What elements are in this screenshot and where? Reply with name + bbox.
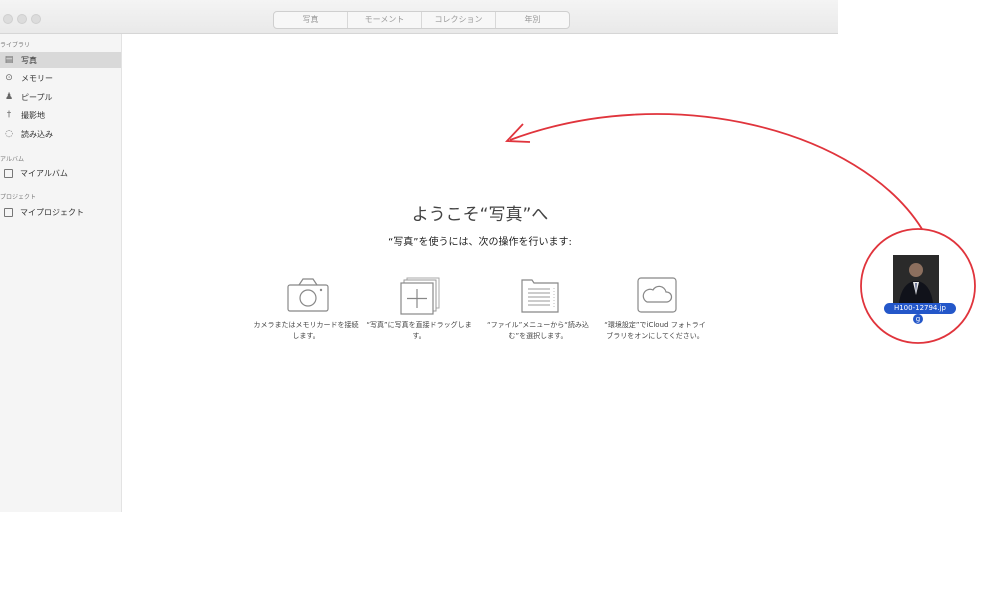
drag-arrow	[509, 113, 923, 230]
desktop-file-name[interactable]: H100-12794.jp	[884, 303, 956, 314]
drag-annotation	[504, 113, 976, 344]
desktop-file-name-ext[interactable]: g	[913, 314, 923, 324]
desktop-file-thumbnail[interactable]	[893, 255, 939, 303]
